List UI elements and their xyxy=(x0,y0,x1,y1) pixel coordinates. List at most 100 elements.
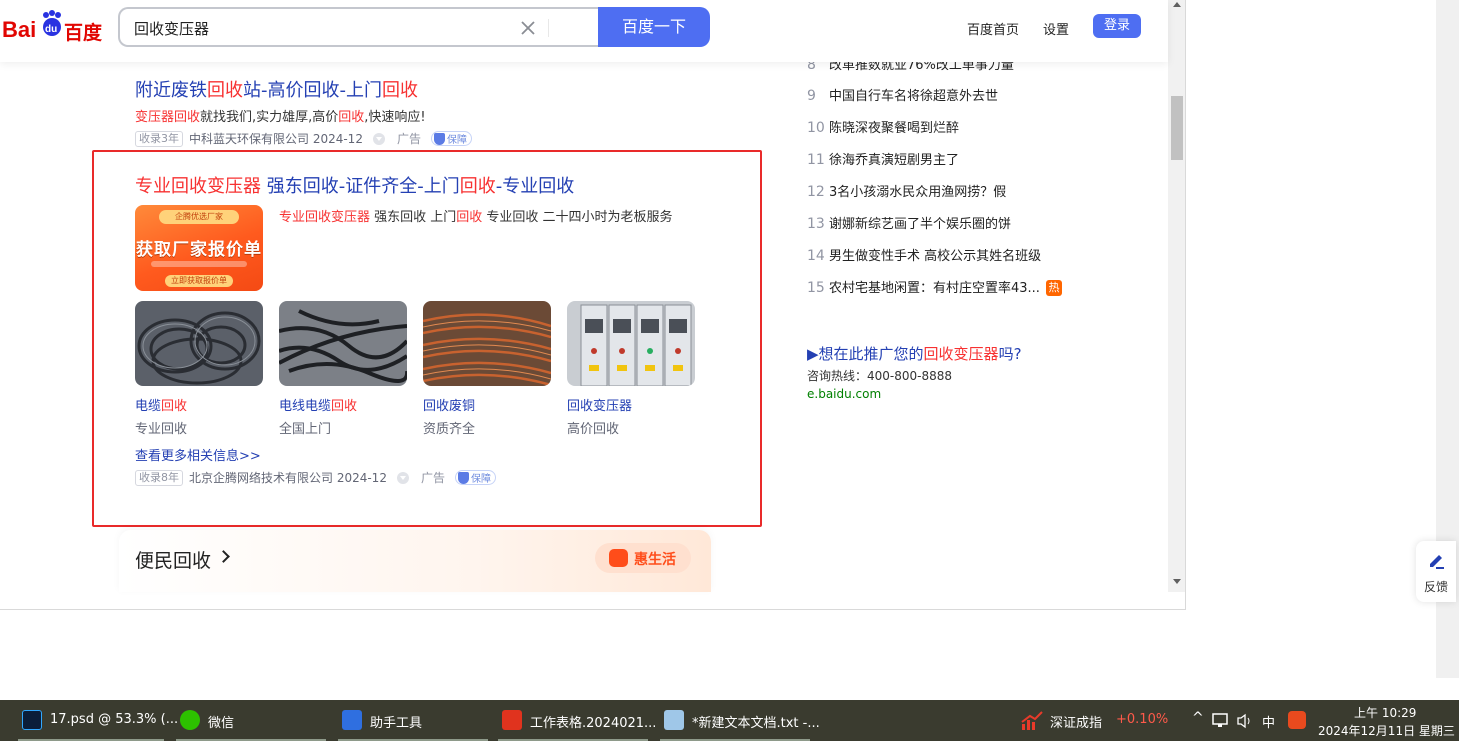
hot-rank: 9 xyxy=(807,88,816,104)
title-keyword: 回收 xyxy=(459,176,496,197)
company-name[interactable]: 中科蓝天环保有限公司 2024-12 xyxy=(189,130,363,147)
promo-link[interactable]: ▶想在此推广您的回收变压器吗? xyxy=(807,343,1022,364)
card-label-keyword: 回收 xyxy=(161,399,188,414)
search-input[interactable] xyxy=(134,18,494,38)
company-name[interactable]: 北京企腾网络技术有限公司 2024-12 xyxy=(189,469,387,486)
hot-rank: 10 xyxy=(807,120,825,136)
search-button[interactable]: 百度一下 xyxy=(598,7,710,47)
result-title-2[interactable]: 专业回收变压器 强东回收-证件齐全-上门回收-专业回收 xyxy=(135,172,574,198)
promo-url[interactable]: e.baidu.com xyxy=(807,387,881,401)
sogou-input-icon[interactable] xyxy=(1288,711,1306,729)
guarantee-text: 保障 xyxy=(446,135,467,146)
helper-tool-icon xyxy=(342,710,362,730)
divider xyxy=(548,19,549,37)
search-box xyxy=(118,7,600,47)
settings-link[interactable]: 设置 xyxy=(1043,19,1069,38)
svg-text:du: du xyxy=(45,24,57,35)
card-subtext: 全国上门 xyxy=(279,422,332,437)
dropdown-icon[interactable] xyxy=(372,132,385,145)
title-keyword: 回收 xyxy=(207,80,243,101)
card-label-wire-cable[interactable]: 电线电缆回收 xyxy=(279,395,357,414)
scroll-up-arrow-icon[interactable] xyxy=(1173,2,1181,7)
clock-date[interactable]: 2024年12月11日 星期三 xyxy=(1318,722,1455,739)
banner-bottom-text: 立即获取报价单 xyxy=(165,275,233,287)
hot-item[interactable]: 13 谢娜新综艺画了半个娱乐圈的饼 xyxy=(807,213,1011,232)
hot-rank: 12 xyxy=(807,184,825,200)
chevron-up-icon[interactable]: ^ xyxy=(1192,710,1204,726)
clock-time[interactable]: 上午 10:29 xyxy=(1354,704,1416,721)
hot-rank: 15 xyxy=(807,280,825,296)
shield-icon xyxy=(457,471,469,484)
promo-keyword: 回收变压器 xyxy=(923,345,999,363)
wps-icon xyxy=(502,710,522,730)
title-keyword: 回收 xyxy=(382,80,418,101)
baidu-home-link[interactable]: 百度首页 xyxy=(967,19,1019,38)
hot-item[interactable]: 10 陈晓深夜聚餐喝到烂醉 xyxy=(807,117,959,136)
stock-chart-icon[interactable] xyxy=(1020,710,1044,732)
title-text: 强东回收-证件齐全-上门 xyxy=(261,176,460,197)
scroll-thumb[interactable] xyxy=(1171,96,1183,160)
title-text: 附近废铁 xyxy=(135,80,207,101)
app-label: 工作表格.2024021... xyxy=(530,716,657,731)
feedback-button[interactable]: 反馈 xyxy=(1416,541,1456,602)
clear-icon[interactable] xyxy=(518,18,538,38)
vertical-scrollbar[interactable] xyxy=(1168,0,1185,592)
hot-text: 农村宅基地闲置：有村庄空置率43... xyxy=(829,281,1040,296)
dropdown-icon[interactable] xyxy=(396,471,409,484)
hot-item[interactable]: 9 中国自行车名将徐超意外去世 xyxy=(807,85,998,104)
screen: 附近废铁回收站-高价回收-上门回收 变压器回收就找我们,实力雄厚,高价回收,快速… xyxy=(0,0,1459,741)
taskbar-app-wps-sheet[interactable]: 工作表格.2024021... xyxy=(498,700,656,741)
edit-pen-icon xyxy=(1430,555,1444,569)
ime-indicator[interactable]: 中 xyxy=(1262,712,1275,731)
convenience-recycling-card[interactable]: 便民回收 惠生活 xyxy=(119,530,711,592)
hot-item[interactable]: 15 农村宅基地闲置：有村庄空置率43... 热 xyxy=(807,277,1062,296)
transformer-cabinet-photo[interactable] xyxy=(567,301,695,386)
app-label: 助手工具 xyxy=(370,716,423,731)
network-icon[interactable] xyxy=(1212,713,1230,729)
hot-item[interactable]: 11 徐海乔真演短剧男主了 xyxy=(807,149,959,168)
taskbar-app-helper[interactable]: 助手工具 xyxy=(338,700,488,741)
taskbar-app-notepad[interactable]: *新建文本文档.txt -... xyxy=(660,700,820,741)
hot-text: 3名小孩溺水民众用渔网捞？假 xyxy=(829,185,1007,200)
cable-photo[interactable] xyxy=(135,301,263,386)
wire-cable-photo[interactable] xyxy=(279,301,407,386)
baidu-logo[interactable]: Bai du 百度 xyxy=(2,10,106,46)
result-desc-2: 专业回收变压器 强东回收 上门回收 专业回收 二十四小时为老板服务 xyxy=(279,206,673,225)
result-meta-2: 收录8年 北京企腾网络技术有限公司 2024-12 广告 保障 xyxy=(135,469,496,486)
desc-keyword: 回收 xyxy=(338,110,365,125)
system-tray: 深证成指 +0.10% ^ 中 上午 10:29 2024年12月11日 星期三 xyxy=(1018,700,1459,741)
taskbar-app-photoshop[interactable]: 17.psd @ 53.3% (... xyxy=(18,700,178,741)
more-info-link[interactable]: 查看更多相关信息>> xyxy=(135,445,261,464)
ad-label: 广告 xyxy=(396,132,421,146)
index-tag: 收录8年 xyxy=(135,469,183,486)
hot-item[interactable]: 12 3名小孩溺水民众用渔网捞？假 xyxy=(807,181,1006,200)
badge-text: 惠生活 xyxy=(634,552,676,568)
search-header: Bai du 百度 百度一下 百度首页 设置 登录 xyxy=(0,0,1168,62)
chevron-right-icon xyxy=(217,550,230,563)
title-text: -专业回收 xyxy=(495,176,575,197)
browser-viewport: 附近废铁回收站-高价回收-上门回收 变压器回收就找我们,实力雄厚,高价回收,快速… xyxy=(0,0,1186,610)
taskbar-app-wechat[interactable]: 微信 xyxy=(176,700,326,741)
hot-text: 徐海乔真演短剧男主了 xyxy=(829,153,960,168)
stock-name[interactable]: 深证成指 xyxy=(1050,712,1102,731)
card-label-scrap-copper[interactable]: 回收废铜 xyxy=(423,395,475,414)
hot-text: 谢娜新综艺画了半个娱乐圈的饼 xyxy=(829,217,1012,232)
factory-quote-banner[interactable]: 企腾优选厂家 获取厂家报价单 立即获取报价单 xyxy=(135,205,263,291)
result-title-1[interactable]: 附近废铁回收站-高价回收-上门回收 xyxy=(135,76,418,102)
guarantee-badge[interactable]: 保障 xyxy=(454,470,496,485)
card-title[interactable]: 便民回收 xyxy=(135,546,211,573)
scrap-copper-photo[interactable] xyxy=(423,301,551,386)
login-button[interactable]: 登录 xyxy=(1093,14,1141,38)
hot-item[interactable]: 14 男生做变性手术 高校公示其姓名班级 xyxy=(807,245,1041,264)
scroll-down-arrow-icon[interactable] xyxy=(1173,579,1181,584)
card-label-cable[interactable]: 电缆回收 xyxy=(135,395,187,414)
volume-icon[interactable] xyxy=(1236,713,1254,729)
hot-rank: 14 xyxy=(807,248,825,264)
card-label-transformer[interactable]: 回收变压器 xyxy=(567,395,632,414)
notepad-icon xyxy=(664,710,684,730)
promo-phone: 咨询热线：400-800-8888 xyxy=(807,369,953,383)
hot-text: 陈晓深夜聚餐喝到烂醉 xyxy=(829,121,960,136)
svg-text:百度: 百度 xyxy=(64,21,103,44)
hui-life-badge[interactable]: 惠生活 xyxy=(595,543,691,573)
guarantee-badge[interactable]: 保障 xyxy=(430,131,472,146)
